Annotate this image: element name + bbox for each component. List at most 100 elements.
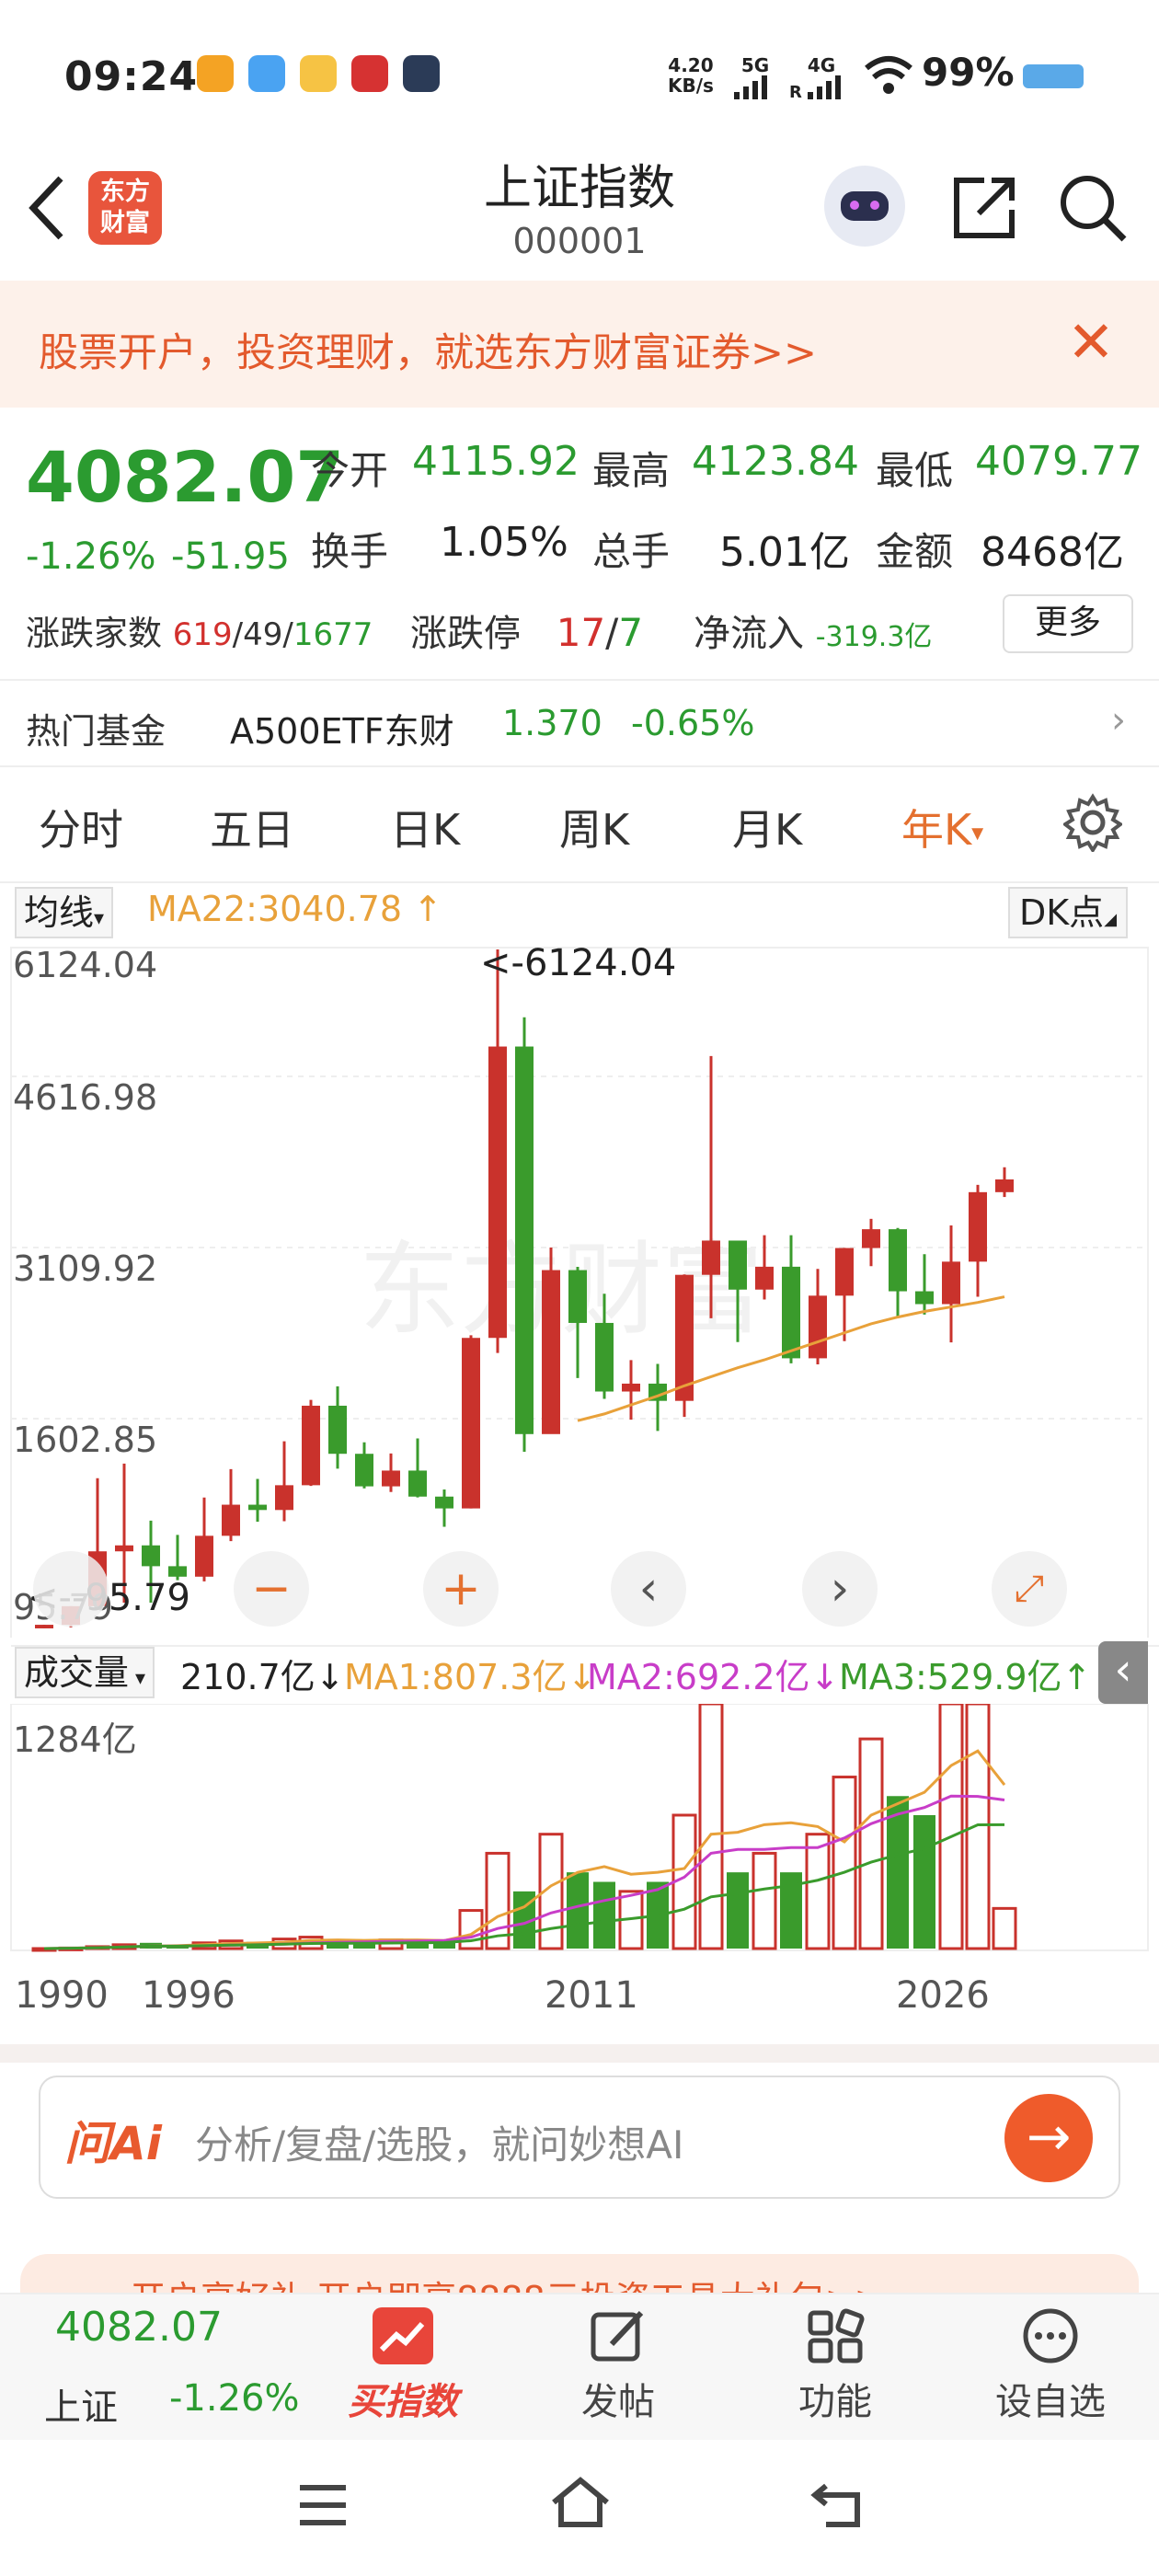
kline-chart[interactable]: 东方财富 6124.04 4616.98 3109.92 1602.85 95.… [0, 938, 1159, 1638]
candle-body [462, 1338, 480, 1509]
nav-index-price[interactable]: 4082.07 [55, 2304, 223, 2351]
candle-body [382, 1470, 400, 1487]
candle-body [142, 1545, 160, 1567]
arrow-right-icon[interactable]: → [1004, 2094, 1093, 2182]
volume-value: 5.01亿 [719, 529, 850, 576]
x-tick-label: 2026 [896, 1974, 990, 2017]
volume-bar [832, 1776, 857, 1950]
home-icon[interactable] [548, 2475, 613, 2534]
nav-index-change[interactable]: -1.26% [169, 2377, 300, 2420]
candle-body [488, 1046, 507, 1339]
more-button[interactable]: 更多 [1003, 594, 1133, 653]
trend-chart-icon [373, 2307, 433, 2364]
open-label: 今开 [311, 448, 389, 493]
nav-buy-index[interactable]: 买指数 [340, 2300, 465, 2425]
zoom-in-button[interactable]: + [423, 1551, 499, 1627]
promo-banner[interactable]: 股票开户，投资理财，就选东方财富证券>> ✕ [0, 281, 1159, 408]
dk-point-button[interactable]: DK点◢ [1008, 887, 1129, 938]
volume-indicator-select[interactable]: 成交量 ▾ [15, 1647, 155, 1698]
y-tick-label: 4616.98 [13, 1077, 157, 1118]
candle-body [515, 1046, 534, 1434]
volume-bar [567, 1872, 589, 1949]
candle-body [835, 1248, 854, 1296]
netflow-value: -319.3亿 [815, 621, 933, 653]
close-icon[interactable]: ✕ [1067, 308, 1115, 375]
open-value: 4115.92 [412, 438, 580, 485]
chevron-left-icon[interactable]: ‹ [611, 1551, 686, 1627]
search-icon[interactable] [1056, 171, 1130, 248]
collapse-panel-icon[interactable]: ‹ [1098, 1641, 1148, 1704]
menu-icon[interactable] [296, 2482, 350, 2532]
high-value: 4123.84 [692, 438, 859, 485]
volume-bar [698, 1704, 724, 1950]
nav-add-watchlist[interactable]: 设自选 [986, 2300, 1115, 2425]
signal-5g-icon: 5G [732, 55, 778, 103]
weibo-icon [300, 55, 337, 92]
candle-body [195, 1535, 213, 1577]
tab-yearly-k[interactable]: 年K▾ [901, 797, 983, 857]
low-label: 最低 [876, 448, 954, 493]
limit-stats: 涨跌停 17/7 [410, 610, 644, 655]
candle-body [755, 1266, 774, 1290]
chevron-right-icon: › [1111, 699, 1126, 742]
svg-text:R: R [789, 83, 802, 99]
tab-intraday[interactable]: 分时 [39, 797, 123, 857]
tab-monthly-k[interactable]: 月K [732, 797, 802, 857]
settings-gear-icon[interactable] [1061, 793, 1124, 856]
candle-body [168, 1566, 187, 1577]
hot-fund-change: -0.65% [631, 703, 755, 743]
low-value: 4079.77 [975, 438, 1142, 485]
divider [11, 1645, 1159, 1647]
current-price: 4082.07 [26, 436, 345, 518]
candle-body [995, 1179, 1014, 1192]
grid-apps-icon [805, 2307, 866, 2364]
chevron-right-icon[interactable]: › [802, 1551, 878, 1627]
candle-body [328, 1405, 347, 1455]
turnover-value: 1.05% [440, 519, 568, 566]
volume-bar [752, 1851, 777, 1950]
volume-bar [992, 1906, 1017, 1950]
nav-post[interactable]: 发帖 [556, 2300, 681, 2425]
candle-body [702, 1240, 720, 1275]
scroll-start-button[interactable] [33, 1551, 109, 1627]
y-tick-label: 3109.92 [13, 1248, 157, 1289]
candle-body [915, 1291, 934, 1305]
tab-five-day[interactable]: 五日 [210, 797, 294, 857]
tab-weekly-k[interactable]: 周K [559, 797, 629, 857]
breadth-down: 1677 [293, 616, 373, 653]
candle-body [302, 1405, 320, 1486]
hot-fund-label: 热门基金 [26, 711, 166, 752]
netflow-label: 净流入 [694, 613, 804, 655]
candle-body [782, 1266, 800, 1359]
candle-body [568, 1270, 587, 1323]
promo-banner-text[interactable]: 股票开户，投资理财，就选东方财富证券>> [39, 321, 817, 378]
hot-fund-name[interactable]: A500ETF东财 [230, 703, 454, 753]
change-percent: -1.26% [26, 535, 156, 578]
zoom-out-button[interactable]: − [234, 1551, 309, 1627]
amount-label: 金额 [876, 529, 954, 574]
candle-body [889, 1229, 907, 1292]
status-bar: 09:24 4.20 KB/s 5G 4G R 99% [0, 0, 1159, 147]
tab-daily-k[interactable]: 日K [390, 797, 460, 857]
candle-body [969, 1191, 987, 1262]
volume-bar [805, 1833, 831, 1950]
indicator-select[interactable]: 均线▾ [15, 887, 114, 938]
ask-ai-bar[interactable]: 问Ai 分析/复盘/选股，就问妙想AI → [39, 2076, 1120, 2199]
share-icon[interactable] [947, 171, 1021, 248]
notification-app-icon [248, 55, 285, 92]
candle-body [408, 1470, 427, 1497]
volume-bar [727, 1872, 749, 1949]
hot-fund-row[interactable]: 热门基金 A500ETF东财 1.370 -0.65% › [0, 679, 1159, 767]
ai-robot-icon[interactable] [824, 166, 905, 247]
ai-input-placeholder[interactable]: 分析/复盘/选股，就问妙想AI [195, 2114, 683, 2170]
nav-functions[interactable]: 功能 [773, 2300, 898, 2425]
volume-y-tick: 1284亿 [13, 1719, 137, 1760]
nav-index-name[interactable]: 上证 [44, 2377, 118, 2431]
limit-label: 涨跌停 [410, 613, 521, 655]
fullscreen-icon[interactable]: ⤢ [992, 1551, 1067, 1627]
netflow-stats: 净流入 -319.3亿 [694, 604, 932, 657]
volume-ma3: MA3:529.9亿↑ [839, 1657, 1092, 1697]
back-nav-icon[interactable] [809, 2480, 865, 2534]
high-label: 最高 [592, 448, 671, 493]
volume-chart[interactable]: 1284亿 1990 1996 2011 2026 [0, 1704, 1159, 2026]
